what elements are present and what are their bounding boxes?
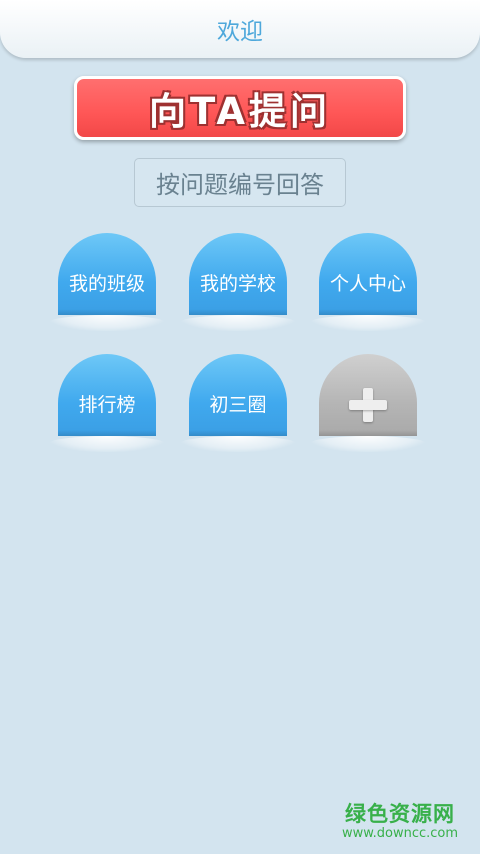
reflection xyxy=(48,436,166,452)
grade-circle-button[interactable]: 初三圈 xyxy=(189,354,287,436)
grid-item-my-class: 我的班级 xyxy=(48,233,166,353)
my-school-label: 我的学校 xyxy=(199,272,276,295)
personal-center-label: 个人中心 xyxy=(329,272,406,295)
grid-item-add xyxy=(309,354,427,474)
grid-item-personal-center: 个人中心 xyxy=(309,233,427,353)
ask-ta-label: 向TA提问 xyxy=(148,90,331,133)
answer-by-number-button[interactable]: 按问题编号回答 xyxy=(134,158,346,207)
my-class-button[interactable]: 我的班级 xyxy=(58,233,156,315)
reflection xyxy=(179,315,297,331)
watermark-url: www.downcc.com xyxy=(341,826,459,841)
leaderboard-label: 排行榜 xyxy=(78,393,136,416)
watermark-title: 绿色资源网 xyxy=(345,802,455,826)
add-button[interactable] xyxy=(319,354,417,436)
reflection xyxy=(309,436,427,452)
my-school-button[interactable]: 我的学校 xyxy=(189,233,287,315)
grid-item-my-school: 我的学校 xyxy=(179,233,297,353)
personal-center-button[interactable]: 个人中心 xyxy=(319,233,417,315)
reflection xyxy=(48,315,166,331)
reflection xyxy=(309,315,427,331)
watermark: 绿色资源网 www.downcc.com xyxy=(330,802,470,841)
my-class-label: 我的班级 xyxy=(68,272,145,295)
grid-item-leaderboard: 排行榜 xyxy=(48,354,166,474)
grade-circle-label: 初三圈 xyxy=(209,393,267,416)
grid-item-grade-circle: 初三圈 xyxy=(179,354,297,474)
reflection xyxy=(179,436,297,452)
plus-icon xyxy=(349,388,387,426)
page-title: 欢迎 xyxy=(217,19,263,45)
ask-ta-button[interactable]: 向TA提问 xyxy=(74,76,406,140)
answer-by-number-label: 按问题编号回答 xyxy=(156,171,324,199)
leaderboard-button[interactable]: 排行榜 xyxy=(58,354,156,436)
title-bar: 欢迎 xyxy=(0,0,480,58)
